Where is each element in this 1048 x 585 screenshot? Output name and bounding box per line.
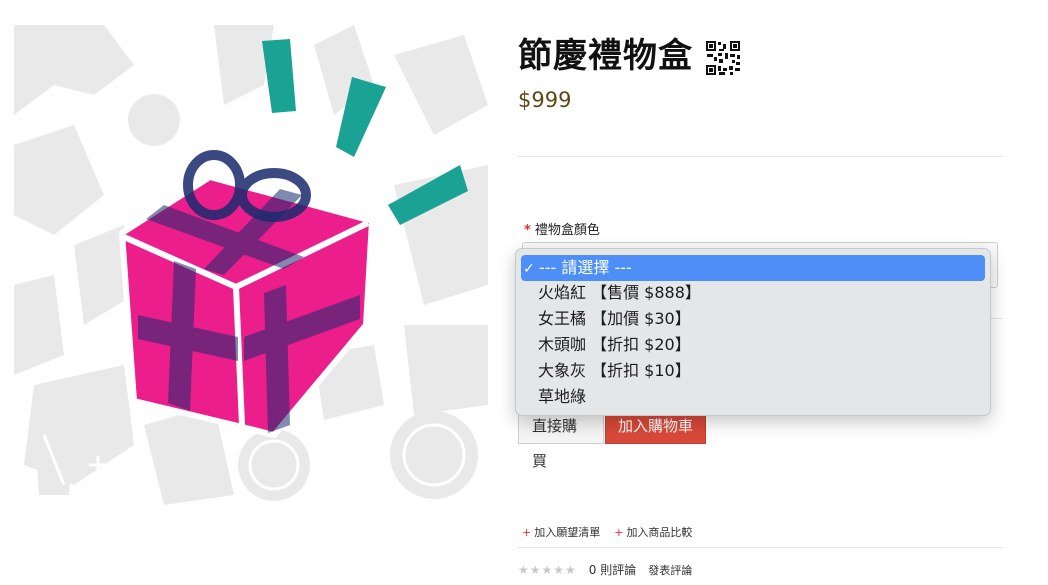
dropdown-option[interactable]: 草地綠 — [538, 384, 586, 410]
secondary-links: + 加入願望清單 + 加入商品比較 — [522, 524, 692, 540]
option-label: * 禮物盒顏色 — [524, 219, 600, 238]
gift-box-illustration — [14, 25, 488, 505]
dropdown-option[interactable]: 大象灰 【折扣 $10】 — [538, 358, 691, 384]
review-summary: ★★★★★ 0 則評論 發表評論 — [518, 561, 692, 578]
write-review-link[interactable]: 發表評論 — [648, 562, 692, 578]
required-mark: * — [524, 223, 531, 238]
dropdown-option-placeholder[interactable]: ✓ --- 請選擇 --- — [521, 255, 985, 281]
product-title: 節慶禮物盒 — [518, 36, 693, 76]
option-label-text: 禮物盒顏色 — [534, 223, 600, 238]
review-count[interactable]: 0 則評論 — [589, 561, 636, 578]
product-header: 節慶禮物盒 — [518, 34, 741, 78]
dropdown-option[interactable]: 火焰紅 【售價 $888】 — [538, 280, 701, 306]
plus-icon: + — [522, 526, 532, 539]
star-rating: ★★★★★ — [518, 562, 577, 577]
color-options-dropdown[interactable]: ✓ --- 請選擇 --- 火焰紅 【售價 $888】 女王橘 【加價 $30】 … — [515, 248, 991, 416]
product-image[interactable] — [14, 25, 488, 505]
plus-icon: + — [614, 526, 624, 539]
check-icon: ✓ — [523, 261, 535, 277]
add-to-wishlist-link[interactable]: + 加入願望清單 — [522, 524, 600, 540]
qr-code-icon[interactable] — [705, 40, 741, 76]
divider — [518, 547, 1003, 548]
divider — [518, 156, 1003, 157]
product-price: $999 — [518, 88, 572, 112]
add-to-compare-link[interactable]: + 加入商品比較 — [614, 524, 692, 540]
dropdown-option[interactable]: 女王橘 【加價 $30】 — [538, 306, 691, 332]
dropdown-option[interactable]: 木頭咖 【折扣 $20】 — [538, 332, 691, 358]
